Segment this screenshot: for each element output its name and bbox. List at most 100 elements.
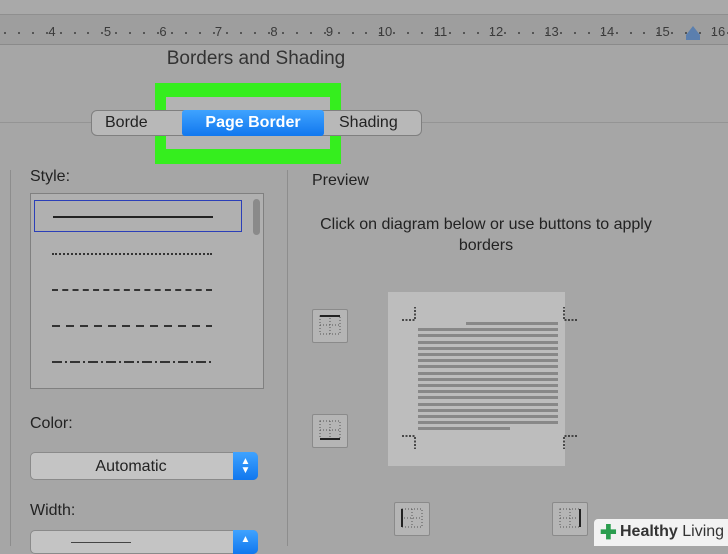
ruler-tick: [546, 32, 549, 34]
watermark: ✚ Healthy Living: [594, 519, 728, 546]
ruler-number: 8: [270, 24, 278, 39]
ruler-tick: [476, 32, 479, 34]
panel-separator: [287, 170, 288, 546]
indent-marker-base[interactable]: [686, 35, 700, 40]
ruler-tick: [31, 32, 34, 34]
ruler-tick: [17, 32, 20, 34]
preview-instruction: Click on diagram below or use buttons to…: [320, 216, 652, 254]
tab-page-border[interactable]: Page Border: [182, 110, 324, 136]
ruler-tick: [268, 32, 271, 34]
style-item-dashed-large[interactable]: [34, 310, 242, 342]
corner-mark-top-right: [563, 307, 577, 321]
ruler-tick: [170, 32, 173, 34]
left-border-button[interactable]: [394, 502, 430, 536]
ruler-tick: [115, 32, 118, 34]
ruler-tick: [490, 32, 493, 34]
style-list[interactable]: [30, 193, 264, 389]
ruler-number: 6: [159, 24, 167, 39]
ruler-tick: [421, 32, 423, 34]
ruler-tick: [282, 32, 284, 34]
ruler-tick: [448, 32, 451, 34]
ruler-tick: [379, 32, 382, 34]
updown-arrows-icon[interactable]: ▲ ▼: [233, 452, 258, 480]
ruler-tick: [615, 32, 618, 34]
preview-text-line: [418, 408, 558, 412]
ruler-tick: [337, 32, 340, 34]
ruler-tick: [504, 32, 507, 34]
preview-text-line: [418, 328, 558, 332]
ruler-tick: [309, 32, 312, 34]
preview-text-line: [418, 415, 558, 418]
ruler-tick: [712, 32, 715, 34]
bottom-border-button[interactable]: [312, 414, 348, 448]
ruler-tick: [587, 32, 590, 34]
ruler-tick: [671, 32, 674, 34]
ruler-tick: [87, 32, 90, 34]
ruler-number: 4: [48, 24, 56, 39]
ruler-tick: [254, 32, 257, 34]
preview-diagram[interactable]: [388, 292, 565, 466]
color-select-value: Automatic: [95, 458, 167, 475]
ruler-tick: [532, 32, 535, 34]
style-item-dotted[interactable]: [34, 238, 242, 270]
style-list-scrollbar[interactable]: [253, 199, 260, 235]
ruler-tick: [629, 32, 632, 34]
ruler-tick: [365, 32, 368, 34]
left-separator: [10, 170, 11, 546]
ruler-tick: [295, 32, 298, 34]
tab-shading[interactable]: Shading: [339, 110, 398, 136]
preview-text-line: [418, 365, 558, 369]
ruler-tick: [351, 32, 354, 34]
preview-text-line: [418, 340, 558, 344]
tab-borders[interactable]: Borde: [105, 110, 148, 136]
watermark-text: Healthy Living: [620, 523, 725, 540]
ruler-tick: [601, 32, 604, 34]
corner-mark-bottom-left-icon: [402, 435, 416, 449]
style-item-dash-dot[interactable]: [34, 346, 242, 378]
width-label: Width:: [30, 502, 76, 519]
style-item-dashed-small[interactable]: [34, 274, 242, 306]
ruler-strip: 4 5 6 7 8 9 10 11 12 13 14 15 16: [0, 20, 728, 42]
ruler-tick: [143, 32, 145, 34]
preview-text-line: [418, 377, 558, 381]
ruler: 4 5 6 7 8 9 10 11 12 13 14 15 16: [0, 0, 728, 45]
ruler-number: 7: [214, 24, 223, 39]
color-select[interactable]: Automatic ▲ ▼: [30, 452, 258, 480]
ruler-tick: [212, 32, 215, 34]
right-border-icon: [559, 508, 581, 528]
dialog-title: Borders and Shading: [166, 48, 346, 69]
cross-icon: ✚: [600, 522, 617, 544]
ruler-tick: [45, 32, 48, 34]
preview-text-line: [418, 402, 558, 406]
width-updown-arrows-icon[interactable]: ▲: [233, 530, 258, 554]
width-select[interactable]: ▲: [30, 530, 258, 554]
preview-label: Preview: [312, 172, 369, 189]
style-item-solid[interactable]: [34, 200, 242, 232]
top-border-button[interactable]: [312, 309, 348, 343]
ruler-tick: [434, 32, 437, 34]
left-border-icon: [401, 508, 423, 528]
ruler-tick: [462, 32, 465, 34]
ruler-top-band: [0, 0, 728, 15]
ruler-tick: [101, 32, 104, 34]
corner-mark-top-left-icon: [402, 307, 416, 321]
ruler-tick: [573, 32, 576, 34]
preview-text-line: [466, 322, 558, 325]
ruler-tick: [73, 32, 76, 34]
color-label: Color:: [30, 415, 73, 432]
preview-text-line: [418, 371, 558, 375]
right-border-button[interactable]: [552, 502, 588, 536]
ruler-tick: [560, 32, 562, 34]
preview-text-line: [418, 396, 558, 400]
ruler-number: 9: [325, 24, 334, 39]
indent-marker-icon[interactable]: [686, 26, 700, 35]
ruler-tick: [518, 32, 521, 34]
preview-text-line: [418, 346, 558, 350]
bottom-border-icon: [319, 420, 341, 440]
preview-text-line: [418, 353, 558, 356]
top-border-icon: [319, 315, 341, 335]
preview-text-line: [418, 334, 558, 338]
preview-text-line: [418, 390, 558, 394]
ruler-tick: [156, 32, 159, 34]
preview-text-line: [418, 359, 558, 363]
